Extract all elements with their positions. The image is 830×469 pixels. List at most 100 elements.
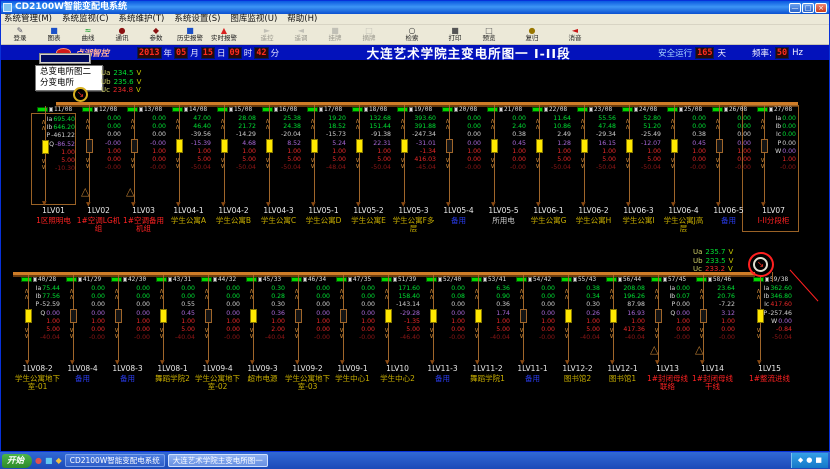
minimize-button[interactable]: —	[789, 3, 801, 13]
value-row: 0.00	[345, 301, 375, 309]
cubicle-indicator-1LV06-4[interactable]: 25/08	[661, 105, 706, 113]
source2-link-wire	[772, 272, 773, 282]
cubicle-indicator-1LV05-2[interactable]: 18/08	[346, 105, 391, 113]
search-button[interactable]: ○检索	[395, 26, 429, 42]
value: 0.00	[451, 326, 465, 334]
chart-button[interactable]: ■图表	[37, 26, 71, 42]
cubicle-indicator-1LV12-1[interactable]: 56/44	[600, 275, 645, 283]
cubicle-indicator-1LV09-2[interactable]: 46/34	[285, 275, 330, 283]
menu-item-5[interactable]: 帮助(H)	[287, 14, 317, 25]
bay-label: 1LV08-1	[150, 365, 195, 373]
quick-launch-3-icon[interactable]: ◆	[56, 454, 62, 468]
realtime-alarm-button[interactable]: ▲实时报警	[207, 26, 241, 42]
cubicle-indicator-1LV08-4[interactable]: 41/29	[60, 275, 105, 283]
reset-button[interactable]: ●复归	[515, 26, 549, 42]
cubicle-indicator-1LV06-5[interactable]: 26/08	[706, 105, 751, 113]
value-row: 52.80	[631, 115, 661, 123]
preview-button[interactable]: □预览	[472, 26, 506, 42]
menu-item-3[interactable]: 系统设置(S)	[174, 14, 220, 25]
tray-icon-0[interactable]: ◆	[798, 453, 803, 468]
cubicle-indicator-1LV05-3[interactable]: 19/08	[391, 105, 436, 113]
comm-button[interactable]: ●通讯	[105, 26, 139, 42]
value: -40.04	[265, 334, 285, 342]
quick-launch-1-icon[interactable]: ●	[35, 454, 42, 468]
value-prefix: Ib	[47, 124, 53, 132]
comm-label: 通讯	[116, 35, 129, 42]
task-button-0[interactable]: CD2100W智能变配电系统	[65, 454, 165, 467]
maximize-button[interactable]: □	[802, 3, 814, 13]
cubicle-indicator-1LV11-1[interactable]: 54/42	[510, 275, 555, 283]
cubicle-indicator-1LV05-5[interactable]: 21/08	[481, 105, 526, 113]
popup-item-substation-2[interactable]: 总变电所图二	[36, 67, 102, 78]
value-row: 0.00	[210, 301, 240, 309]
value-row: 1.00	[721, 148, 751, 156]
mute-button[interactable]: ◄消音	[558, 26, 592, 42]
start-button[interactable]: 开始	[2, 454, 32, 468]
print-button[interactable]: ■打印	[438, 26, 472, 42]
value-row: -0.00	[705, 334, 735, 342]
cubicle-indicator-1LV09-1[interactable]: 47/35	[330, 275, 375, 283]
tray-icon-2[interactable]: ■	[815, 453, 822, 468]
menu-item-1[interactable]: 系统监视(C)	[62, 14, 109, 25]
cubicle-indicator-1LV06-2[interactable]: 23/08	[571, 105, 616, 113]
cubicle-indicator-1LV04-1[interactable]: 14/08	[166, 105, 211, 113]
cubicle-indicator-1LV11-3[interactable]: 52/40	[420, 275, 465, 283]
cubicle-indicator-1LV09-3[interactable]: 45/33	[240, 275, 285, 283]
disconnector-up-icon: ∧ ∧	[85, 118, 90, 130]
menu-item-0[interactable]: 系统管理(M)	[4, 14, 52, 25]
param-button[interactable]: ◆参数	[139, 26, 173, 42]
quick-launch-2-icon[interactable]: ■	[45, 454, 53, 468]
cubicle-indicator-1LV07[interactable]: 27/08	[751, 105, 796, 113]
cubicle-indicator-1LV15[interactable]: 59/38	[747, 275, 792, 283]
value: 5.00	[332, 156, 346, 164]
bay-1LV08-1: 43/31∧ ∧∨ ∨▼0.000.000.550.451.005.00-40.…	[150, 275, 195, 391]
cubicle-indicator-1LV06-1[interactable]: 22/08	[526, 105, 571, 113]
value-row: W0.00	[766, 148, 796, 156]
menu-item-2[interactable]: 系统维护(T)	[119, 14, 165, 25]
taskbar-tasks: CD2100W智能变配电系统大连艺术学院主变电所图一	[65, 454, 268, 467]
window-controls: —□×	[789, 3, 827, 13]
menu-item-4[interactable]: 图库监视(U)	[230, 14, 277, 25]
curve-button[interactable]: ≈曲线	[71, 26, 105, 42]
login-button[interactable]: ✎登录	[3, 26, 37, 42]
cubicle-indicator-1LV11-2[interactable]: 53/41	[465, 275, 510, 283]
cubicle-indicator-1LV02[interactable]: 12/08	[76, 105, 121, 113]
value-row: -0.00	[91, 140, 121, 148]
popup-item-sub-substation[interactable]: 分变电所	[36, 78, 102, 89]
titlebar[interactable]: CD2100W智能变配电系统 —□×	[1, 1, 829, 14]
cubicle-indicator-1LV14[interactable]: 58/46	[690, 275, 735, 283]
cubicle-indicator-1LV04-3[interactable]: 16/08	[256, 105, 301, 113]
cubicle-indicator-1LV09-4[interactable]: 44/32	[195, 275, 240, 283]
task-button-1[interactable]: 大连艺术学院主变电所图一	[168, 454, 268, 467]
cubicle-indicator-1LV08-3[interactable]: 42/30	[105, 275, 150, 283]
bay-1LV09-2: 46/34∧ ∧∨ ∨▼0.000.000.000.001.000.00-0.0…	[285, 275, 330, 391]
value: 1.00	[692, 148, 706, 156]
history-alarm-button[interactable]: ■历史报警	[173, 26, 207, 42]
value: 0.30	[586, 301, 600, 309]
bay-label: 1LV01	[31, 207, 76, 215]
value-row: 0.00	[165, 285, 195, 293]
cubicle-indicator-1LV10[interactable]: 51/39	[375, 275, 420, 283]
cubicle-indicator-1LV08-1[interactable]: 43/31	[150, 275, 195, 283]
incoming-source-icon[interactable]: ↘	[73, 87, 88, 102]
cubicle-indicator-1LV06-3[interactable]: 24/08	[616, 105, 661, 113]
disconnector-down-icon: ∨ ∨	[294, 327, 299, 339]
cubicle-indicator-1LV08-2[interactable]: 40/28	[15, 275, 60, 283]
value: 19.20	[328, 115, 346, 123]
value-row: 0.00	[165, 293, 195, 301]
tag-label: 挂牌	[329, 35, 342, 42]
bay-label: 1LV05-1	[301, 207, 346, 215]
close-button[interactable]: ×	[815, 3, 827, 13]
cubicle-indicator-1LV12-2[interactable]: 55/43	[555, 275, 600, 283]
cubicle-indicator-1LV05-1[interactable]: 17/08	[301, 105, 346, 113]
value-row: 0.00	[525, 285, 555, 293]
cubicle-indicator-1LV13[interactable]: 57/45	[645, 275, 690, 283]
cubicle-indicator-1LV05-4[interactable]: 20/08	[436, 105, 481, 113]
cubicle-indicator-1LV04-2[interactable]: 15/08	[211, 105, 256, 113]
value-row: 1.28	[541, 140, 571, 148]
cubicle-indicator-1LV01[interactable]: 11/08	[31, 105, 76, 113]
bay-diagram: ∧ ∧∨ ∨▼0.000.000.000.001.000.00-0.00	[195, 283, 240, 363]
bay-1LV04-1: 14/08∧ ∧∨ ∨▼47.0046.40-39.56-15.391.005.…	[166, 105, 211, 233]
cubicle-indicator-1LV03[interactable]: 13/08	[121, 105, 166, 113]
tray-icon-1[interactable]: ●	[806, 453, 812, 468]
